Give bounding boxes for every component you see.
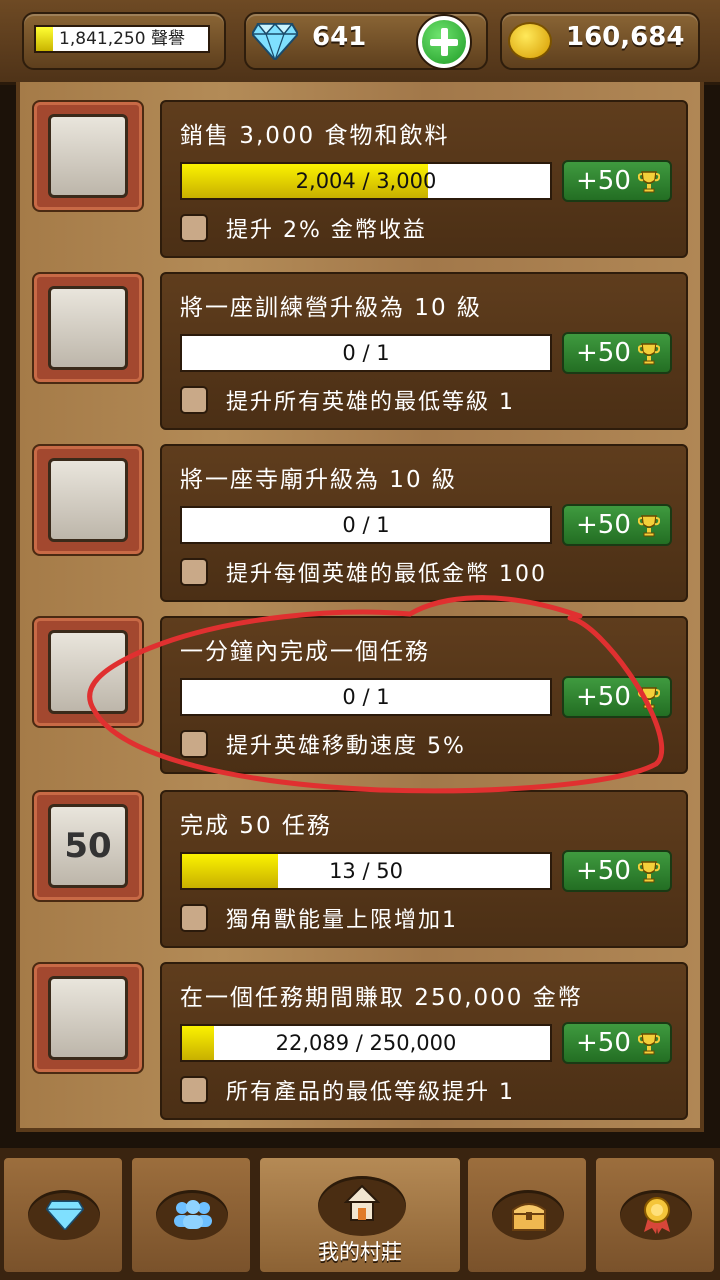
achievement-panel: 將一座訓練營升級為 10 級 0 / 1 +50 提升所有英雄的最低等級 1 xyxy=(160,272,688,430)
top-hud: 1,841,250 聲譽 641 160,684 xyxy=(0,0,720,85)
reputation-text: 1,841,250 聲譽 xyxy=(59,29,185,49)
achievement-progress-bar: 0 / 1 xyxy=(180,334,552,372)
gem-count: 641 xyxy=(312,22,367,52)
achievement-title: 將一座寺廟升級為 10 級 xyxy=(180,467,457,493)
achievement-row: 一分鐘內完成一個任務 0 / 1 +50 提升英雄移動速度 5% xyxy=(0,616,720,776)
achievement-row: 將一座寺廟升級為 10 級 0 / 1 +50 提升每個英雄的最低金幣 100 xyxy=(0,444,720,604)
achievement-icon-frame xyxy=(32,272,144,384)
reward-amount: +50 xyxy=(576,856,631,886)
achievement-icon-frame xyxy=(32,444,144,556)
perk-checkbox[interactable] xyxy=(180,730,208,758)
reputation-bar: 1,841,250 聲譽 xyxy=(34,25,210,53)
reward-button[interactable]: +50 xyxy=(562,676,672,718)
achievement-perk: 提升英雄移動速度 5% xyxy=(226,734,466,759)
nav-achievements-button[interactable] xyxy=(594,1156,716,1274)
coins-scroll-icon xyxy=(48,976,128,1060)
achievement-title: 完成 50 任務 xyxy=(180,813,332,839)
achievement-perk: 所有產品的最低等級提升 1 xyxy=(226,1080,515,1105)
trophy-icon xyxy=(638,343,660,365)
achievement-progress-bar: 0 / 1 xyxy=(180,506,552,544)
gold-count: 160,684 xyxy=(566,22,685,52)
trophy-icon xyxy=(638,861,660,883)
reward-button[interactable]: +50 xyxy=(562,332,672,374)
reward-button[interactable]: +50 xyxy=(562,504,672,546)
trophy-icon xyxy=(638,171,660,193)
achievement-panel: 銷售 3,000 食物和飲料 2,004 / 3,000 +50 提升 2% 金… xyxy=(160,100,688,258)
achievement-icon-frame xyxy=(32,962,144,1074)
achievement-row: 銷售 3,000 食物和飲料 2,004 / 3,000 +50 提升 2% 金… xyxy=(0,100,720,260)
achievement-title: 將一座訓練營升級為 10 級 xyxy=(180,295,482,321)
achievement-row: 在一個任務期間賺取 250,000 金幣 22,089 / 250,000 +5… xyxy=(0,962,720,1122)
achievement-title: 在一個任務期間賺取 250,000 金幣 xyxy=(180,985,583,1011)
nav-heroes-button[interactable] xyxy=(130,1156,252,1274)
add-gems-button[interactable] xyxy=(416,14,472,70)
achievement-panel: 在一個任務期間賺取 250,000 金幣 22,089 / 250,000 +5… xyxy=(160,962,688,1120)
perk-checkbox[interactable] xyxy=(180,386,208,414)
achievement-progress-text: 13 / 50 xyxy=(329,859,403,883)
achievement-title: 銷售 3,000 食物和飲料 xyxy=(180,123,450,149)
perk-checkbox[interactable] xyxy=(180,558,208,586)
perk-checkbox[interactable] xyxy=(180,214,208,242)
achievement-title: 一分鐘內完成一個任務 xyxy=(180,639,430,665)
achievement-progress-text: 0 / 1 xyxy=(342,685,390,709)
achievement-icon-frame xyxy=(32,616,144,728)
achievement-panel: 完成 50 任務 13 / 50 +50 獨角獸能量上限增加1 xyxy=(160,790,688,948)
reward-button[interactable]: +50 xyxy=(562,1022,672,1064)
achievement-row: 50 完成 50 任務 13 / 50 +50 獨角獸能量上限增加1 xyxy=(0,790,720,950)
achievement-perk: 獨角獸能量上限增加1 xyxy=(226,908,458,933)
bottom-nav: 我的村莊 xyxy=(0,1148,720,1280)
achievement-panel: 將一座寺廟升級為 10 級 0 / 1 +50 提升每個英雄的最低金幣 100 xyxy=(160,444,688,602)
perk-checkbox[interactable] xyxy=(180,904,208,932)
reward-amount: +50 xyxy=(576,1028,631,1058)
achievement-progress-text: 2,004 / 3,000 xyxy=(295,169,437,193)
reward-amount: +50 xyxy=(576,166,631,196)
nav-treasure-button[interactable] xyxy=(466,1156,588,1274)
house-icon xyxy=(344,1184,380,1221)
trophy-icon xyxy=(638,515,660,537)
achievement-icon-frame: 50 xyxy=(32,790,144,902)
achievement-perk: 提升每個英雄的最低金幣 100 xyxy=(226,562,547,587)
people-icon xyxy=(174,1200,212,1229)
reward-amount: +50 xyxy=(576,338,631,368)
temple-icon xyxy=(48,458,128,542)
reward-amount: +50 xyxy=(576,682,631,712)
nav-village-button[interactable]: 我的村莊 xyxy=(258,1156,462,1274)
barracks-icon xyxy=(48,286,128,370)
diamond-icon xyxy=(46,1200,84,1230)
achievement-progress-text: 0 / 1 xyxy=(342,513,390,537)
treasure-chest-icon xyxy=(512,1203,546,1231)
trophy-icon xyxy=(638,1033,660,1055)
achievement-progress-bar: 0 / 1 xyxy=(180,678,552,716)
achievement-icon-frame xyxy=(32,100,144,212)
diamond-icon xyxy=(252,22,298,60)
achievement-perk: 提升 2% 金幣收益 xyxy=(226,218,427,243)
medal-icon xyxy=(644,1197,670,1234)
perk-checkbox[interactable] xyxy=(180,1076,208,1104)
plus-icon xyxy=(422,20,466,64)
achievement-progress-bar: 22,089 / 250,000 xyxy=(180,1024,552,1062)
achievement-progress-text: 22,089 / 250,000 xyxy=(275,1031,457,1055)
reward-button[interactable]: +50 xyxy=(562,160,672,202)
reward-button[interactable]: +50 xyxy=(562,850,672,892)
hourglass-scroll-icon xyxy=(48,630,128,714)
beer-and-drumstick-icon xyxy=(48,114,128,198)
achievement-panel: 一分鐘內完成一個任務 0 / 1 +50 提升英雄移動速度 5% xyxy=(160,616,688,774)
scroll-50-icon: 50 xyxy=(48,804,128,888)
achievement-progress-bar: 2,004 / 3,000 xyxy=(180,162,552,200)
nav-shop-button[interactable] xyxy=(2,1156,124,1274)
achievement-progress-text: 0 / 1 xyxy=(342,341,390,365)
coin-icon xyxy=(508,22,552,60)
achievement-row: 將一座訓練營升級為 10 級 0 / 1 +50 提升所有英雄的最低等級 1 xyxy=(0,272,720,432)
achievement-perk: 提升所有英雄的最低等級 1 xyxy=(226,390,515,415)
nav-village-label: 我的村莊 xyxy=(318,1240,402,1264)
reward-amount: +50 xyxy=(576,510,631,540)
achievement-progress-bar: 13 / 50 xyxy=(180,852,552,890)
trophy-icon xyxy=(638,687,660,709)
